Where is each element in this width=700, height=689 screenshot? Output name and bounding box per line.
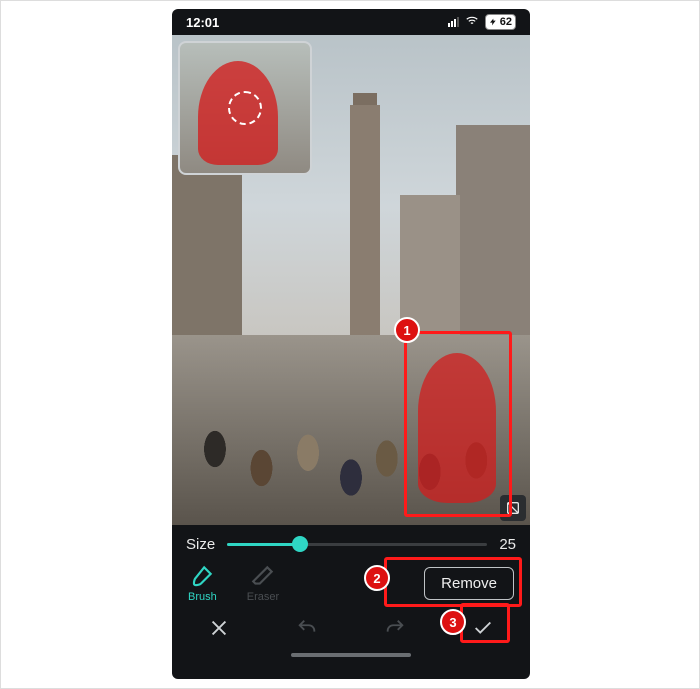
battery-indicator: 62 — [485, 14, 516, 30]
brush-size-slider[interactable] — [227, 533, 487, 555]
status-time: 12:01 — [186, 15, 219, 30]
wifi-icon — [465, 14, 479, 31]
confirm-button[interactable] — [462, 611, 504, 645]
eraser-tool-label: Eraser — [247, 591, 279, 603]
preview-reticle-icon — [228, 91, 262, 125]
brush-tool-label: Brush — [188, 591, 217, 603]
size-value: 25 — [499, 536, 516, 553]
undo-icon — [296, 617, 318, 639]
cancel-button[interactable] — [198, 611, 240, 645]
scene-tower — [350, 105, 380, 335]
signal-icon — [448, 17, 459, 27]
size-label: Size — [186, 536, 215, 553]
eraser-icon — [250, 563, 276, 589]
annotation-number-2: 2 — [364, 565, 390, 591]
undo-button[interactable] — [286, 611, 328, 645]
eraser-tool-button[interactable]: Eraser — [247, 563, 279, 603]
editor-toolbar: Size 25 Brush Eraser Remove — [172, 525, 530, 659]
home-indicator — [291, 653, 411, 657]
brush-icon — [189, 563, 215, 589]
redo-icon — [384, 617, 406, 639]
redo-button[interactable] — [374, 611, 416, 645]
compare-icon — [505, 500, 521, 516]
photo-canvas[interactable]: 1 — [172, 35, 530, 525]
phone-frame: 12:01 62 — [172, 9, 530, 679]
check-icon — [472, 617, 494, 639]
zoom-preview — [178, 41, 312, 175]
brush-mask-overlay — [418, 353, 496, 503]
compare-toggle-button[interactable] — [500, 495, 526, 521]
remove-button[interactable]: Remove — [424, 567, 514, 600]
brush-tool-button[interactable]: Brush — [188, 563, 217, 603]
status-bar: 12:01 62 — [172, 9, 530, 35]
close-icon — [208, 617, 230, 639]
